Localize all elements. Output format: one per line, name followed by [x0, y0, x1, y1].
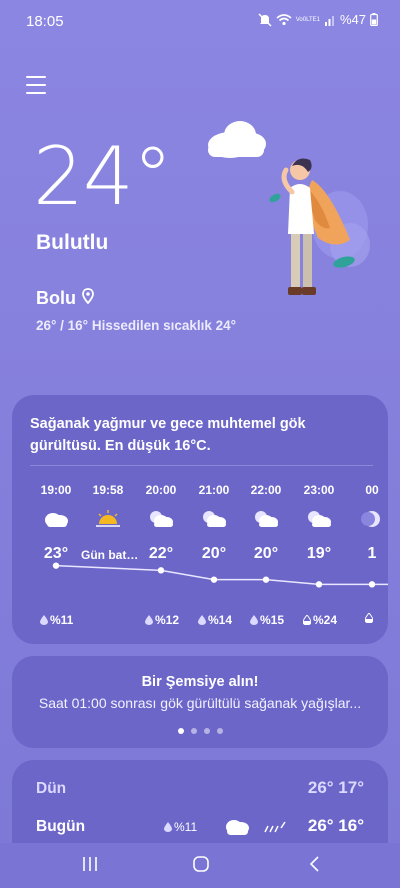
signal-icon — [324, 14, 336, 26]
temperature-point — [315, 581, 323, 588]
partly-cloudy-night-icon — [292, 505, 346, 533]
weather-condition: Bulutlu — [36, 231, 109, 254]
day-row-yesterday[interactable]: Dün 26° 17° — [12, 774, 388, 804]
cloud-icon — [224, 818, 250, 841]
half-drop-icon — [303, 615, 311, 625]
status-icons: Vo0 LTE1 %47 — [258, 12, 378, 27]
precip-item: %11 — [40, 613, 73, 627]
page-dot[interactable] — [190, 728, 197, 734]
daily-forecast-card[interactable]: Dün 26° 17° Bugün %11 26° 16° — [12, 760, 388, 850]
rain-thunder-icon — [263, 820, 287, 839]
divider — [30, 465, 373, 466]
half-drop-icon — [365, 613, 373, 623]
page-dot[interactable] — [177, 728, 184, 734]
hour-item: 21:00 20° — [187, 483, 241, 563]
day-name: Dün — [36, 780, 67, 797]
location[interactable]: Bolu — [36, 288, 94, 309]
partly-cloudy-night-icon — [187, 505, 241, 533]
drop-icon — [164, 822, 172, 832]
partly-cloudy-icon — [29, 505, 83, 533]
partly-cloudy-night-icon — [239, 505, 293, 533]
precip-item: %12 — [145, 613, 179, 627]
home-button[interactable] — [192, 855, 210, 878]
day-row-today[interactable]: Bugün %11 26° 16° — [12, 812, 388, 842]
status-bar: 18:05 Vo0 LTE1 %47 — [0, 0, 400, 42]
umbrella-tip-card[interactable]: Bir Şemsiye alın! Saat 01:00 sonrası gök… — [12, 656, 388, 748]
forecast-description: Sağanak yağmur ve gece muhtemel gök gürü… — [30, 416, 306, 454]
sunset-icon — [81, 505, 135, 533]
partly-cloudy-night-icon — [134, 505, 188, 533]
hour-item: 23:00 19° — [292, 483, 346, 563]
hour-item: 00 1 — [345, 483, 388, 563]
drop-icon — [250, 615, 258, 625]
temperature-line-chart — [52, 562, 388, 588]
status-time: 18:05 — [26, 13, 64, 30]
drop-icon — [198, 615, 206, 625]
temperature-summary: 26° / 16° Hissedilen sıcaklık 24° — [36, 318, 237, 333]
wifi-icon — [276, 13, 292, 26]
day-temps: 26° 16° — [307, 816, 364, 835]
volte-indicator: Vo0 LTE1 — [295, 16, 320, 23]
battery-icon — [370, 13, 378, 26]
precip-item: %14 — [198, 613, 232, 627]
hourly-forecast-card[interactable]: Sağanak yağmur ve gece muhtemel gök gürü… — [12, 395, 388, 644]
temperature-point — [262, 576, 270, 583]
drop-icon — [145, 615, 153, 625]
temperature-point — [157, 567, 165, 574]
hour-item: 19:00 23° — [29, 483, 83, 563]
navigation-bar — [0, 843, 400, 888]
precip-item: %24 — [303, 613, 337, 627]
hour-item: 20:00 22° — [134, 483, 188, 563]
temperature-line — [55, 564, 388, 586]
menu-button[interactable] — [26, 76, 46, 94]
page-dot[interactable] — [203, 728, 210, 734]
day-name: Bugün — [36, 818, 86, 835]
precip-item — [365, 613, 373, 623]
current-temperature: 24° — [33, 130, 173, 223]
cloud-illustration — [208, 121, 266, 158]
page-indicator — [12, 728, 388, 734]
temperature-point — [368, 581, 376, 588]
day-temps: 26° 17° — [307, 778, 364, 797]
hour-item: 22:00 20° — [239, 483, 293, 563]
moon-icon — [345, 505, 388, 533]
day-precip: %11 — [164, 820, 197, 834]
temperature-point — [52, 562, 60, 569]
tip-text: Saat 01:00 sonrası gök gürültülü sağanak… — [38, 695, 362, 711]
precip-item: %15 — [250, 613, 284, 627]
tip-title: Bir Şemsiye alın! — [141, 674, 259, 690]
location-pin-icon — [82, 288, 94, 309]
drop-icon — [40, 615, 48, 625]
back-button[interactable] — [306, 855, 324, 878]
page-dot[interactable] — [216, 728, 223, 734]
mute-icon — [258, 12, 272, 27]
location-name: Bolu — [36, 288, 76, 308]
temperature-point — [210, 576, 218, 583]
recent-apps-button[interactable] — [81, 855, 99, 878]
battery-percent: %47 — [339, 12, 366, 27]
hour-item: 19:58 Gün bat… — [81, 483, 139, 562]
weather-illustration — [200, 110, 380, 310]
